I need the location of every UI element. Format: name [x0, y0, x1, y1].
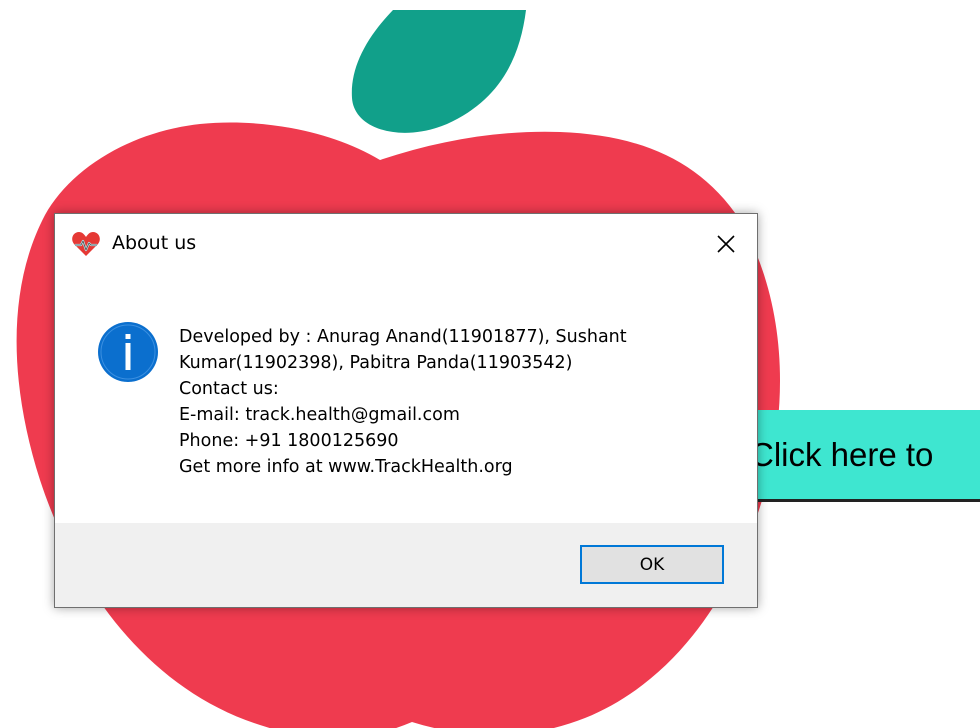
apple-leaf-shape — [351, 10, 526, 133]
message-line: Developed by : Anurag Anand(11901877), S… — [179, 327, 627, 347]
message-line: Contact us: — [179, 379, 279, 399]
heart-pulse-icon — [72, 232, 100, 256]
about-dialog: About us Developed by : Anurag Anand(119… — [54, 213, 758, 608]
click-here-label: Click here to — [750, 435, 934, 473]
dialog-footer: OK — [55, 523, 757, 607]
message-line: Get more info at www.TrackHealth.org — [179, 457, 513, 477]
dialog-titlebar[interactable]: About us — [55, 214, 757, 274]
dialog-message: Developed by : Anurag Anand(11901877), S… — [179, 324, 739, 480]
message-line: Phone: +91 1800125690 — [179, 431, 399, 451]
dialog-title: About us — [112, 232, 197, 254]
info-icon — [98, 322, 158, 382]
dialog-content: Developed by : Anurag Anand(11901877), S… — [55, 274, 757, 496]
message-line: Kumar(11902398), Pabitra Panda(11903542) — [179, 353, 573, 373]
close-icon — [717, 235, 735, 253]
ok-button[interactable]: OK — [580, 545, 724, 584]
message-line: E-mail: track.health@gmail.com — [179, 405, 460, 425]
click-here-button[interactable]: Click here to — [736, 410, 980, 502]
close-button[interactable] — [705, 226, 747, 262]
